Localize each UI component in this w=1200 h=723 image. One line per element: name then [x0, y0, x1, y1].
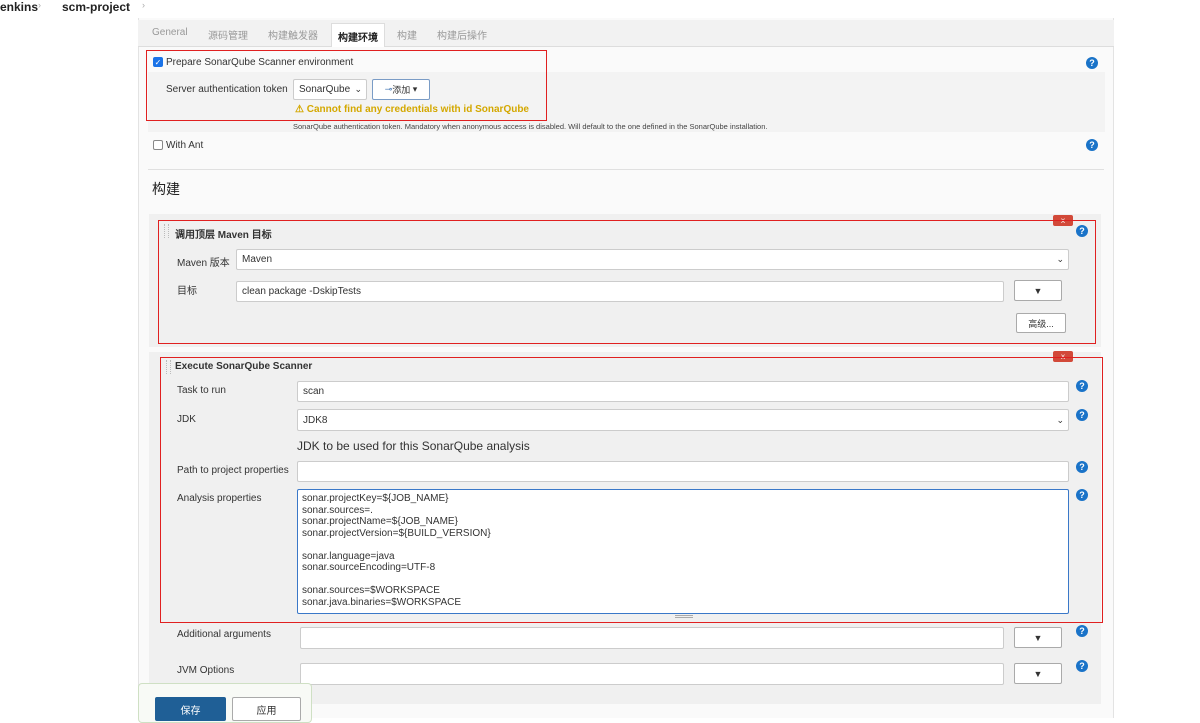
breadcrumb-separator-icon: › — [38, 0, 41, 10]
goals-expand-button[interactable]: ▼ — [1014, 280, 1062, 301]
tab-post-build[interactable]: 构建后操作 — [437, 27, 487, 42]
task-input[interactable]: scan — [297, 381, 1069, 402]
help-icon[interactable]: ? — [1076, 660, 1088, 672]
path-input[interactable] — [297, 461, 1069, 482]
help-icon[interactable]: ? — [1076, 461, 1088, 473]
chevron-down-icon: ⌄ — [1056, 254, 1064, 264]
chevron-down-icon: ⌄ — [354, 84, 362, 94]
delete-step-button[interactable]: x — [1053, 215, 1073, 226]
breadcrumb-separator-icon: › — [142, 0, 145, 10]
sonar-env-label: Prepare SonarQube Scanner environment — [166, 57, 354, 68]
server-token-help: SonarQube authentication token. Mandator… — [293, 122, 768, 131]
jdk-help: JDK to be used for this SonarQube analys… — [297, 439, 530, 453]
apply-button[interactable]: 应用 — [232, 697, 301, 721]
maven-version-label: Maven 版本 — [177, 258, 230, 269]
caret-down-icon: ▾ — [410, 84, 418, 94]
chevron-down-icon: ⌄ — [1056, 414, 1064, 425]
breadcrumb-project[interactable]: scm-project — [62, 0, 130, 14]
help-icon[interactable]: ? — [1076, 489, 1088, 501]
jdk-select[interactable]: JDK8 ⌄ — [297, 409, 1069, 431]
add-credentials-button[interactable]: ⊸ 添加 ▾ — [372, 79, 430, 100]
goals-label: 目标 — [177, 286, 197, 297]
warning-text: Cannot find any credentials with id Sona… — [306, 104, 529, 115]
tab-general[interactable]: General — [152, 27, 188, 38]
resize-handle[interactable] — [675, 615, 693, 618]
jvm-options-label: JVM Options — [177, 665, 235, 676]
with-ant-label: With Ant — [166, 140, 204, 151]
jvm-options-input[interactable] — [300, 663, 1004, 685]
path-label: Path to project properties — [177, 465, 289, 476]
server-token-label: Server authentication token — [166, 84, 288, 95]
sonar-env-checkbox[interactable]: ✓ — [153, 57, 163, 67]
jdk-label: JDK — [177, 414, 196, 425]
tab-build[interactable]: 构建 — [397, 27, 417, 42]
help-icon[interactable]: ? — [1076, 409, 1088, 421]
server-token-value: SonarQube — [299, 84, 351, 95]
help-icon[interactable]: ? — [1076, 625, 1088, 637]
caret-down-icon: ▼ — [1033, 632, 1043, 643]
breadcrumb-jenkins[interactable]: enkins — [0, 0, 38, 14]
warning-icon: ⚠ — [295, 104, 307, 115]
with-ant-checkbox[interactable] — [153, 140, 163, 150]
server-token-select[interactable]: SonarQube ⌄ — [293, 79, 367, 100]
maven-step-title: 调用顶层 Maven 目标 — [175, 230, 272, 241]
tab-scm[interactable]: 源码管理 — [208, 27, 248, 42]
maven-version-select[interactable]: Maven ⌄ — [236, 249, 1069, 270]
drag-handle[interactable] — [164, 224, 169, 238]
credentials-warning: ⚠ Cannot find any credentials with id So… — [295, 104, 529, 115]
save-button[interactable]: 保存 — [155, 697, 226, 721]
divider — [148, 169, 1104, 170]
caret-down-icon: ▼ — [1033, 668, 1043, 679]
goals-input[interactable]: clean package -DskipTests — [236, 281, 1004, 302]
sonar-step-title: Execute SonarQube Scanner — [175, 361, 313, 372]
jdk-value: JDK8 — [303, 414, 328, 426]
config-tabs: General 源码管理 构建触发器 构建环境 构建 构建后操作 — [138, 20, 1114, 47]
analysis-properties-textarea[interactable] — [297, 489, 1069, 614]
help-icon[interactable]: ? — [1086, 139, 1098, 151]
analysis-label: Analysis properties — [177, 493, 262, 504]
maven-version-value: Maven — [242, 254, 273, 265]
jvm-options-expand-button[interactable]: ▼ — [1014, 663, 1062, 684]
build-heading: 构建 — [152, 181, 180, 197]
additional-args-expand-button[interactable]: ▼ — [1014, 627, 1062, 648]
advanced-button[interactable]: 高级... — [1016, 313, 1066, 333]
additional-args-label: Additional arguments — [177, 629, 271, 640]
key-icon: ⊸ — [384, 84, 393, 94]
help-icon[interactable]: ? — [1076, 380, 1088, 392]
add-label: 添加 — [392, 85, 411, 95]
help-icon[interactable]: ? — [1086, 57, 1098, 69]
task-label: Task to run — [177, 385, 226, 396]
tab-build-env[interactable]: 构建环境 — [331, 23, 385, 47]
caret-down-icon: ▼ — [1033, 285, 1043, 296]
additional-args-input[interactable] — [300, 627, 1004, 649]
delete-step-button[interactable]: x — [1053, 351, 1073, 362]
drag-handle[interactable] — [166, 360, 171, 374]
help-icon[interactable]: ? — [1076, 225, 1088, 237]
tab-triggers[interactable]: 构建触发器 — [268, 27, 318, 42]
